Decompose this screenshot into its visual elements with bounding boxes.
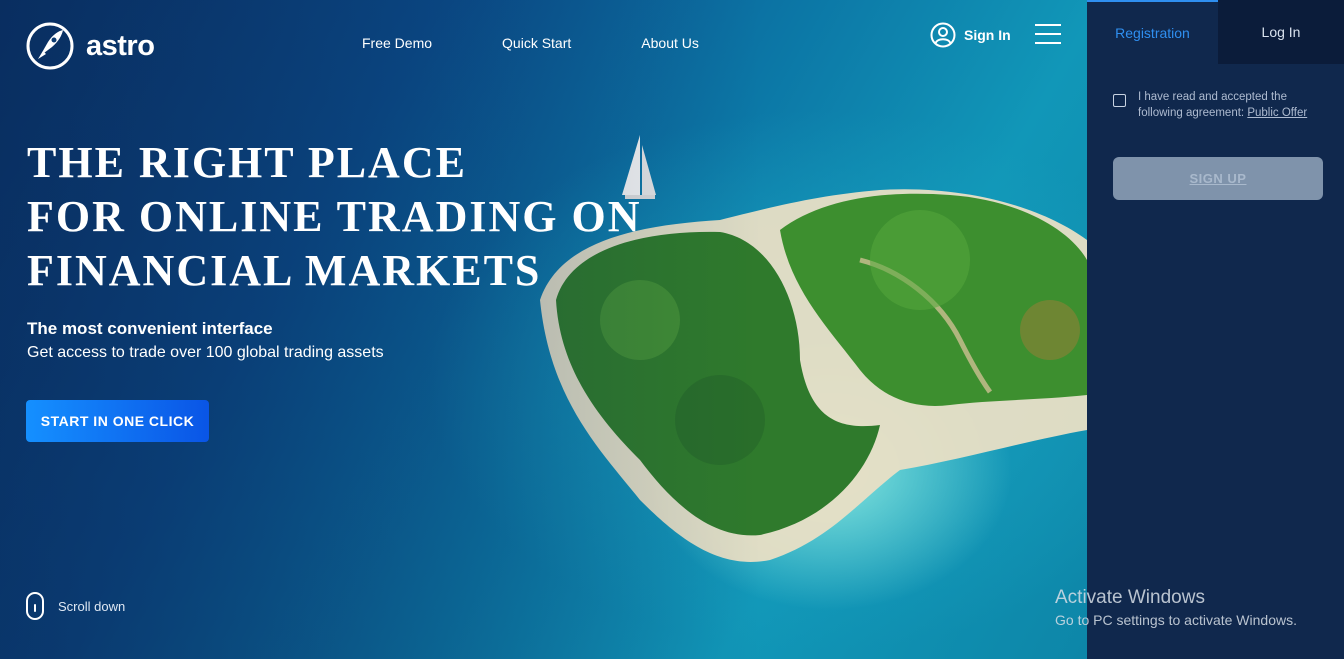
brand-name: astro — [86, 29, 155, 62]
start-in-one-click-button[interactable]: START IN ONE CLICK — [26, 400, 209, 442]
auth-tabs: Registration Log In — [1087, 0, 1344, 64]
headline-line-1: THE RIGHT PLACE — [27, 138, 467, 187]
activate-windows-watermark: Activate Windows Go to PC settings to ac… — [1055, 587, 1297, 628]
user-icon — [930, 22, 956, 48]
scroll-down-label: Scroll down — [58, 598, 126, 614]
headline-line-3: FINANCIAL MARKETS — [27, 246, 542, 295]
hero-subtitle: The most convenient interface — [27, 319, 273, 338]
sign-up-button[interactable]: SIGN UP — [1113, 157, 1323, 200]
main-nav: Free Demo Quick Start About Us — [362, 35, 769, 51]
mouse-icon — [26, 592, 44, 620]
hamburger-icon[interactable] — [1035, 24, 1061, 46]
sign-in-button[interactable]: Sign In — [930, 22, 1011, 48]
scroll-down-indicator[interactable]: Scroll down — [26, 592, 125, 620]
rocket-icon — [26, 22, 74, 70]
tab-log-in[interactable]: Log In — [1218, 0, 1344, 64]
nav-free-demo[interactable]: Free Demo — [362, 35, 432, 51]
public-offer-link[interactable]: Public Offer — [1247, 107, 1307, 119]
registration-panel: Registration Log In I have read and acce… — [1087, 0, 1344, 659]
agreement-row: I have read and accepted the following a… — [1113, 90, 1308, 121]
agreement-checkbox[interactable] — [1113, 94, 1126, 107]
nav-quick-start[interactable]: Quick Start — [502, 35, 571, 51]
hero-subtext: Get access to trade over 100 global trad… — [27, 344, 384, 361]
headline-line-2: FOR ONLINE TRADING ON — [27, 192, 642, 241]
tab-registration[interactable]: Registration — [1087, 0, 1218, 64]
sign-in-label: Sign In — [964, 27, 1011, 43]
nav-about-us[interactable]: About Us — [641, 35, 699, 51]
agreement-text: I have read and accepted the following a… — [1138, 90, 1308, 121]
hero-headline: THE RIGHT PLACE FOR ONLINE TRADING ON FI… — [27, 136, 641, 298]
brand-logo[interactable]: astro — [26, 22, 155, 70]
watermark-title: Activate Windows — [1055, 587, 1205, 608]
watermark-subtitle: Go to PC settings to activate Windows. — [1055, 612, 1297, 628]
